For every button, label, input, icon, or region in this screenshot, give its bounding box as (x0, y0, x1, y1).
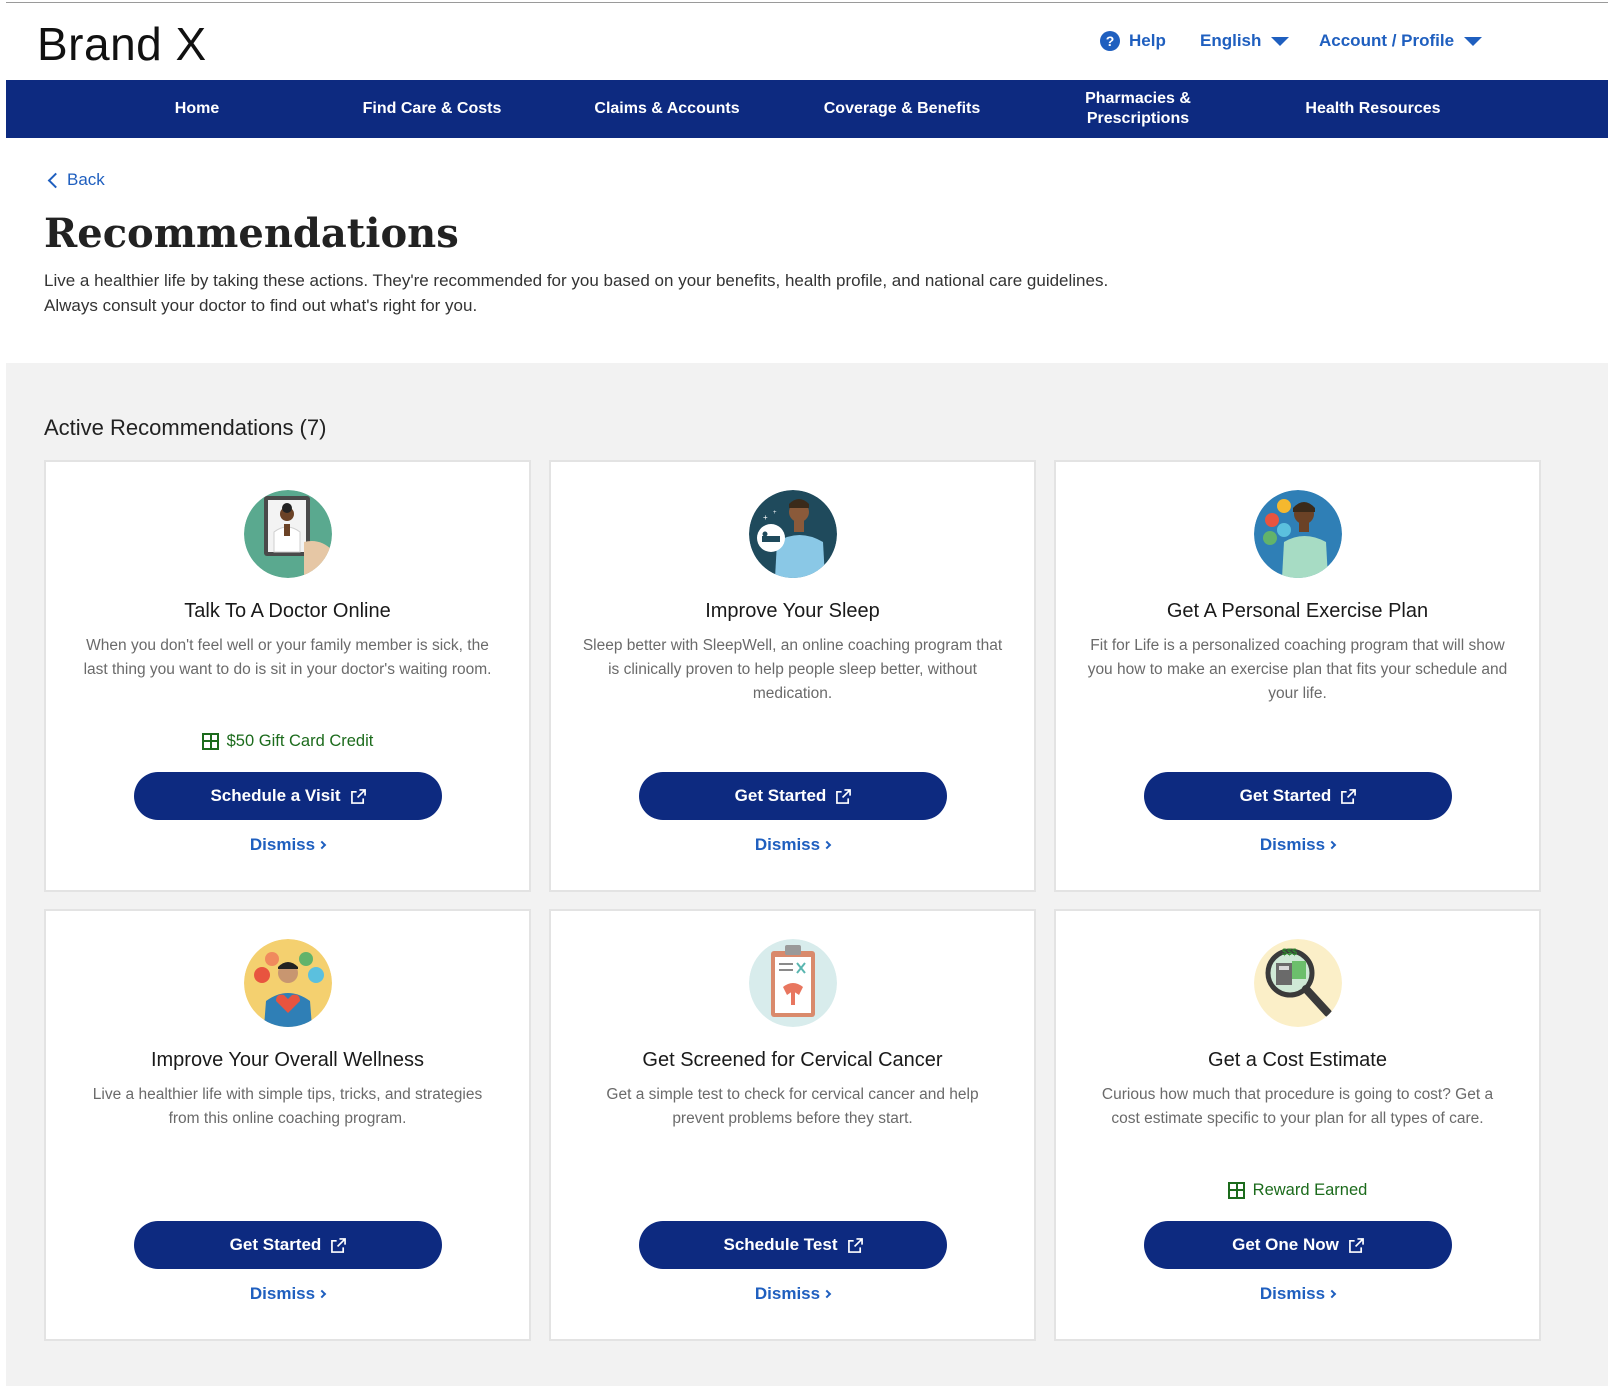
intro-line-2: Always consult your doctor to find out w… (44, 296, 478, 315)
reward-label: $50 Gift Card Credit (226, 732, 374, 750)
card-description: When you don't feel well or your family … (83, 637, 492, 678)
brand-logo[interactable]: Brand X (37, 17, 207, 71)
card-title: Improve Your Overall Wellness (150, 1049, 425, 1071)
cta-label: Get Started (229, 1235, 322, 1254)
account-profile-dropdown[interactable]: Account / Profile (1319, 31, 1483, 51)
card-description: Curious how much that procedure is going… (1101, 1086, 1494, 1127)
chevron-right-icon (822, 1289, 832, 1299)
gift-icon (201, 733, 219, 750)
reward-label: Reward Earned (1252, 1181, 1368, 1199)
dismiss-link[interactable]: Dismiss (46, 835, 529, 855)
card-description: Sleep better with SleepWell, an online c… (582, 637, 1003, 702)
chevron-right-icon (317, 840, 327, 850)
dismiss-label: Dismiss (249, 1284, 316, 1303)
help-link[interactable]: ? Help (1100, 31, 1166, 51)
recommendation-card: + + Improve Your Sleep Sleep better with… (549, 460, 1036, 892)
dismiss-label: Dismiss (754, 835, 821, 854)
recommendation-card: Get Screened for Cervical Cancer Get a s… (549, 909, 1036, 1341)
dismiss-label: Dismiss (754, 1284, 821, 1303)
external-link-icon (350, 788, 366, 804)
top-bar: Brand X ? Help English Account / Profile (6, 3, 1608, 80)
main-nav: Home Find Care & Costs Claims & Accounts… (6, 80, 1608, 138)
chevron-right-icon (317, 1289, 327, 1299)
page-title: Recommendations (44, 210, 459, 257)
external-link-icon (847, 1237, 863, 1253)
cost-magnifier-icon: $$$ (1254, 939, 1342, 1027)
card-title: Get a Cost Estimate (1208, 1049, 1387, 1071)
help-label: Help (1129, 31, 1166, 50)
intro-description: Live a healthier life by taking these ac… (44, 268, 1108, 318)
help-icon: ? (1100, 31, 1120, 51)
recommendation-card: Get A Personal Exercise Plan Fit for Lif… (1054, 460, 1541, 892)
external-link-icon (1341, 788, 1357, 804)
dismiss-link[interactable]: Dismiss (1056, 835, 1539, 855)
dismiss-label: Dismiss (249, 835, 316, 854)
cta-label: Get Started (1239, 786, 1332, 805)
card-description: Get a simple test to check for cervical … (606, 1086, 979, 1127)
recommendation-card: $$$ Get a Cost Estimate Curious how much… (1054, 909, 1541, 1341)
dismiss-link[interactable]: Dismiss (551, 835, 1034, 855)
chevron-left-icon (47, 172, 64, 188)
get-one-now-button[interactable]: Get One Now (1144, 1221, 1452, 1269)
cta-label: Get One Now (1232, 1235, 1339, 1254)
card-title: Get Screened for Cervical Cancer (642, 1049, 943, 1071)
page-frame: Brand X ? Help English Account / Profile… (6, 2, 1608, 1386)
wellness-heart-icon (244, 939, 332, 1027)
card-description: Fit for Life is a personalized coaching … (1087, 637, 1508, 702)
external-link-icon (836, 788, 852, 804)
get-started-button[interactable]: Get Started (134, 1221, 442, 1269)
cta-label: Get Started (734, 786, 827, 805)
reward-badge: Reward Earned (1056, 1181, 1539, 1200)
cta-label: Schedule a Visit (210, 786, 341, 805)
svg-text:$$$: $$$ (1282, 947, 1297, 957)
get-started-button[interactable]: Get Started (1144, 772, 1452, 820)
section-title: Active Recommendations (7) (44, 415, 327, 440)
nav-item-home[interactable]: Home (117, 80, 277, 138)
nav-item-coverage[interactable]: Coverage & Benefits (812, 80, 992, 138)
chevron-down-icon (1464, 36, 1483, 46)
nav-item-pharmacies[interactable]: Pharmacies & Prescriptions (1068, 80, 1208, 138)
back-label: Back (67, 170, 105, 189)
dismiss-label: Dismiss (1259, 1284, 1326, 1303)
back-link[interactable]: Back (46, 170, 105, 190)
gift-icon (1227, 1182, 1245, 1199)
card-description: Live a healthier life with simple tips, … (92, 1086, 483, 1127)
chevron-right-icon (1327, 1289, 1337, 1299)
external-link-icon (331, 1237, 347, 1253)
dismiss-link[interactable]: Dismiss (46, 1284, 529, 1304)
recommendation-card: Improve Your Overall Wellness Live a hea… (44, 909, 531, 1341)
external-link-icon (1348, 1237, 1364, 1253)
reward-badge: $50 Gift Card Credit (46, 732, 529, 751)
recommendation-card: Talk To A Doctor Online When you don't f… (44, 460, 531, 892)
dismiss-label: Dismiss (1259, 835, 1326, 854)
schedule-test-button[interactable]: Schedule Test (639, 1221, 947, 1269)
cta-label: Schedule Test (723, 1235, 838, 1254)
nav-item-health-resources[interactable]: Health Resources (1288, 80, 1458, 138)
language-dropdown[interactable]: English (1200, 31, 1290, 51)
nav-item-claims[interactable]: Claims & Accounts (582, 80, 752, 138)
card-title: Get A Personal Exercise Plan (1166, 600, 1429, 622)
account-label: Account / Profile (1319, 31, 1455, 50)
dismiss-link[interactable]: Dismiss (551, 1284, 1034, 1304)
nav-item-find-care[interactable]: Find Care & Costs (342, 80, 522, 138)
intro-line-1: Live a healthier life by taking these ac… (44, 271, 1109, 290)
sleep-coach-icon: + + (749, 490, 837, 578)
schedule-visit-button[interactable]: Schedule a Visit (134, 772, 442, 820)
card-title: Improve Your Sleep (705, 600, 880, 622)
chevron-down-icon (1271, 36, 1290, 46)
intro-section: Back Recommendations Live a healthier li… (6, 138, 1608, 363)
card-title: Talk To A Doctor Online (184, 600, 391, 622)
svg-text:+: + (773, 510, 777, 516)
dismiss-link[interactable]: Dismiss (1056, 1284, 1539, 1304)
clipboard-screening-icon (749, 939, 837, 1027)
doctor-tablet-icon (244, 490, 332, 578)
exercise-plan-icon (1254, 490, 1342, 578)
get-started-button[interactable]: Get Started (639, 772, 947, 820)
language-label: English (1200, 31, 1262, 50)
chevron-right-icon (1327, 840, 1337, 850)
chevron-right-icon (822, 840, 832, 850)
svg-text:+: + (763, 513, 768, 522)
